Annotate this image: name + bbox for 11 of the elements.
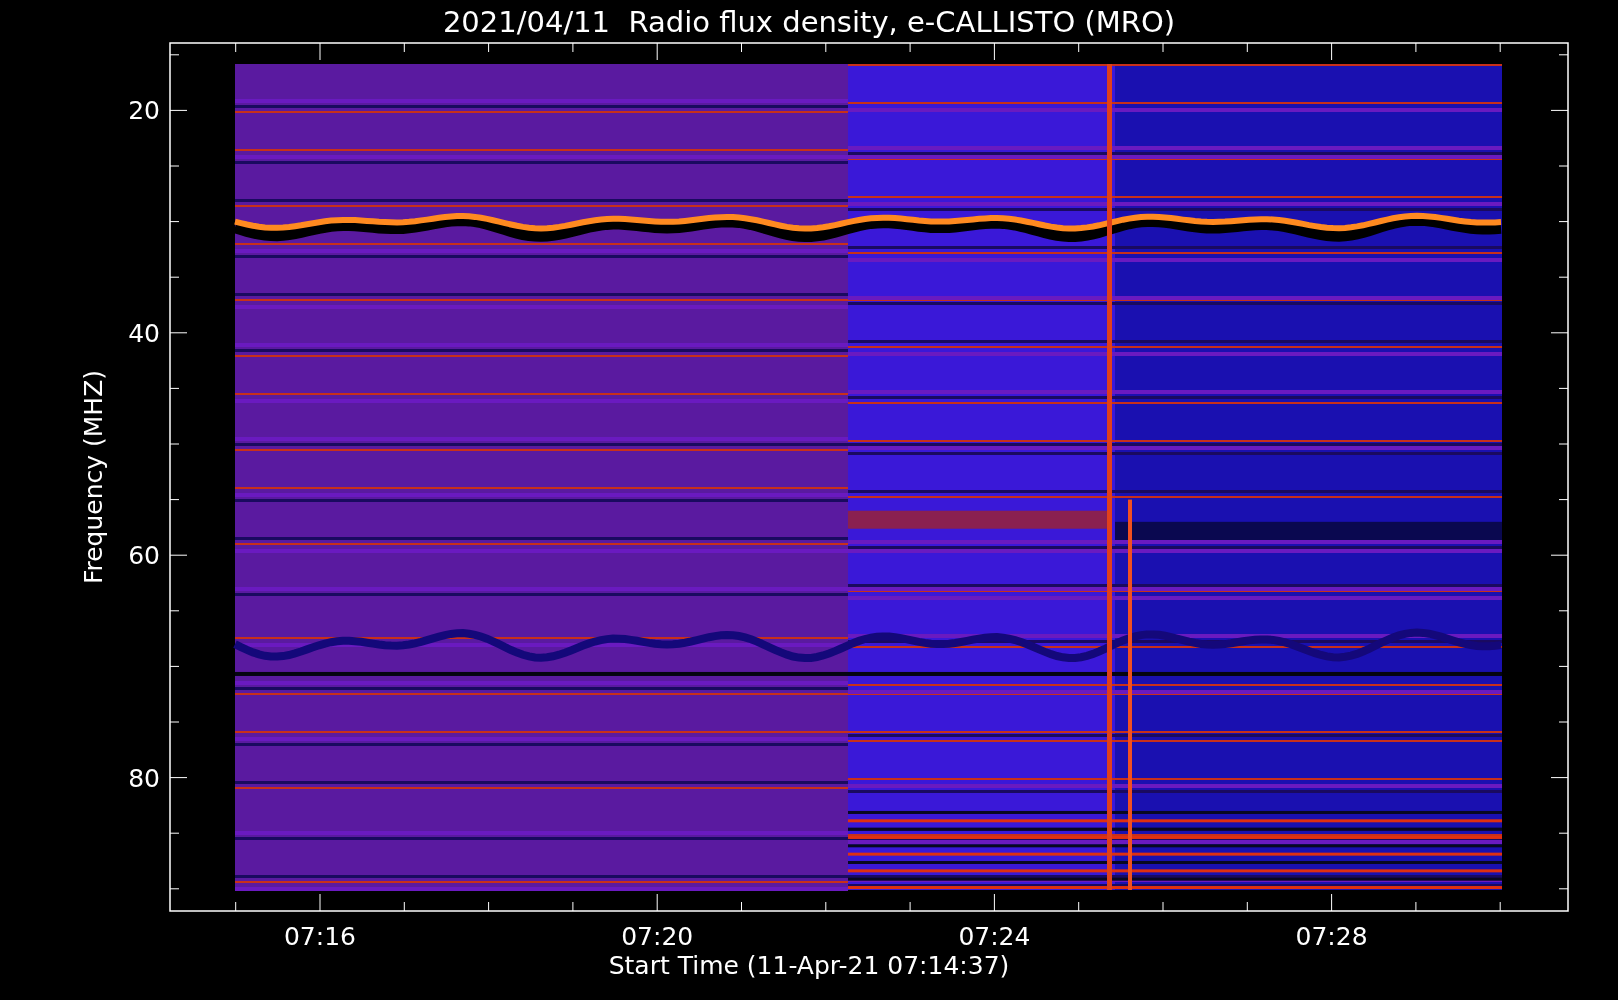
tick-label: 60 [128,541,160,571]
tick-label: 80 [128,763,160,793]
tick-label: 40 [128,318,160,348]
tick-label: 07:28 [1295,922,1368,951]
axis-label: Frequency (MHZ) [79,369,108,585]
plot-title: 2021/04/11 Radio flux density, e-CALLISTO (MRO) [442,5,1176,39]
axis-label: Start Time (11-Apr-21 07:14:37) [608,951,1010,980]
tick-label: 20 [128,96,160,126]
tick-label: 07:24 [958,922,1031,951]
tick-label: 07:16 [284,922,356,951]
tick-label: 07:20 [621,922,694,951]
